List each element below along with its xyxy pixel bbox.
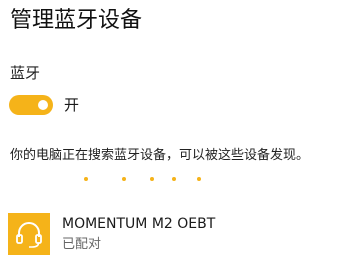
progress-dot (172, 177, 176, 181)
device-pairing-status: 已配对 (62, 237, 102, 252)
headset-icon (8, 213, 50, 255)
bluetooth-toggle[interactable] (9, 95, 53, 115)
device-name: MOMENTUM M2 OEBT (62, 216, 216, 232)
progress-dot (122, 177, 126, 181)
searching-progress-indicator (0, 177, 363, 183)
progress-dot (197, 177, 201, 181)
toggle-state-label: 开 (64, 96, 80, 114)
progress-dot (150, 177, 154, 181)
toggle-knob (38, 100, 48, 110)
page-title: 管理蓝牙设备 (10, 8, 143, 33)
device-list-item[interactable]: MOMENTUM M2 OEBT 已配对 (8, 212, 348, 258)
progress-dot (84, 177, 88, 181)
bluetooth-label: 蓝牙 (10, 64, 41, 82)
discovery-status-text: 你的电脑正在搜索蓝牙设备，可以被这些设备发现。 (10, 148, 310, 163)
bluetooth-settings-page: 管理蓝牙设备 蓝牙 开 你的电脑正在搜索蓝牙设备，可以被这些设备发现。 MOME… (0, 0, 363, 268)
